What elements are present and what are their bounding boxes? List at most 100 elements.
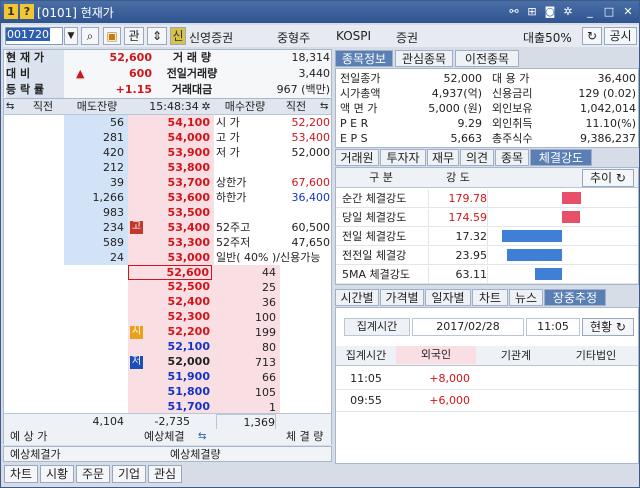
- tab-prev-stock[interactable]: 이전종목: [455, 50, 519, 67]
- ask-price[interactable]: 54,000: [128, 130, 210, 145]
- intraday-foreign: +6,000: [429, 394, 470, 407]
- disclosure-button[interactable]: 공시: [604, 27, 637, 45]
- col-prev: 직전: [32, 100, 54, 113]
- link-icon[interactable]: ⚯: [506, 4, 522, 19]
- tab-strength-5[interactable]: 체결강도: [530, 149, 592, 166]
- bid-total: 1,369: [216, 414, 276, 430]
- ask-price[interactable]: 53,700: [128, 175, 210, 190]
- bid-price[interactable]: 52,300: [128, 310, 212, 325]
- info-row: E P S 5,663 총주식수 9,386,237: [336, 131, 638, 146]
- bid-qty: 36: [262, 296, 276, 309]
- info-label: 전일종가: [340, 72, 381, 85]
- title-bar: 1 ? [0101] 현재가 ⚯ ⊞ ◙ ✲ _ □ ✕: [1, 1, 639, 23]
- bid-price[interactable]: 52,100: [128, 340, 212, 355]
- up-down-icon[interactable]: ⇕: [147, 27, 167, 45]
- tab-watchlist[interactable]: 관심종목: [395, 50, 453, 67]
- trade-value: 967 (백만): [276, 83, 330, 96]
- ask-price[interactable]: 54,100: [128, 115, 210, 130]
- ask-price[interactable]: 53,800: [128, 160, 210, 175]
- info-row: 전일종가 52,000 대 용 가 36,400: [336, 71, 638, 86]
- strength-row: 당일 체결강도 174.59: [336, 209, 638, 227]
- cap-category: 중형주: [277, 31, 311, 45]
- ask-info-value: [276, 160, 330, 175]
- bid-price[interactable]: 52,500: [128, 280, 212, 295]
- strength-row: 전전일 체결강 23.95: [336, 247, 638, 265]
- tab-intraday-2[interactable]: 일자별: [425, 289, 471, 306]
- ask-qty: 281: [103, 131, 124, 144]
- swap-icon[interactable]: ⇆: [198, 429, 206, 445]
- help-badge[interactable]: ?: [20, 4, 34, 19]
- ask-price[interactable]: 53,900: [128, 145, 210, 160]
- ask-prev-cell: [4, 115, 64, 130]
- close-icon[interactable]: ✕: [620, 4, 636, 19]
- gear-icon[interactable]: ✲: [560, 4, 576, 19]
- tab-strength-1[interactable]: 투자자: [380, 149, 426, 166]
- ask-row: 39 53,700 상한가 67,600: [4, 175, 331, 190]
- ask-price[interactable]: 53,000: [128, 250, 210, 265]
- tab-intraday-3[interactable]: 차트: [472, 289, 508, 306]
- camera-icon[interactable]: ◙: [542, 4, 558, 19]
- strength-bar: [502, 230, 562, 242]
- ask-price[interactable]: 53,500: [128, 205, 210, 220]
- bid-price[interactable]: 51,800: [128, 385, 212, 400]
- exec-qty-label: 체 결 량: [286, 430, 324, 443]
- tab-strength-2[interactable]: 재무: [427, 149, 459, 166]
- tab-stock-info[interactable]: 종목정보: [335, 50, 393, 67]
- bottom-button-2[interactable]: 주문: [76, 465, 110, 483]
- tab-strength-4[interactable]: 종목: [495, 149, 529, 166]
- bid-price[interactable]: 51,900: [128, 370, 212, 385]
- date-field[interactable]: 2017/02/28: [412, 318, 524, 336]
- bottom-button-0[interactable]: 차트: [4, 465, 38, 483]
- minimize-icon[interactable]: _: [582, 4, 598, 19]
- col-prev2: 직전: [285, 100, 307, 113]
- tab-intraday-0[interactable]: 시간별: [335, 289, 379, 306]
- ask-info-label: 하한가: [216, 191, 247, 204]
- kwan-button[interactable]: 관: [124, 27, 144, 45]
- tab-intraday-1[interactable]: 가격별: [380, 289, 424, 306]
- info-label: 외인보유: [492, 102, 533, 115]
- strength-value: 179.78: [428, 190, 488, 208]
- ask-qty: 24: [110, 251, 124, 264]
- refresh-icon[interactable]: ↻: [582, 27, 602, 45]
- pin-icon[interactable]: ⊞: [524, 4, 540, 19]
- folder-icon[interactable]: ▣: [103, 27, 121, 45]
- stock-code-input[interactable]: 001720: [5, 27, 63, 45]
- ask-price[interactable]: 53,600: [128, 190, 210, 205]
- sort-icon[interactable]: ⇆: [6, 99, 14, 115]
- bottom-button-4[interactable]: 관심: [148, 465, 182, 483]
- summary-label: 대 비: [6, 66, 64, 82]
- info-value: 9.29: [457, 117, 483, 130]
- ask-row: 212 53,800: [4, 160, 331, 175]
- tab-strength-3[interactable]: 의견: [460, 149, 494, 166]
- status-button[interactable]: 현황 ↻: [582, 318, 634, 336]
- strength-panel: 구 분 강 도 추이 ↻ 순간 체결강도 179.78 당일 체결강도 174.59 전…: [335, 167, 639, 285]
- tab-intraday-4[interactable]: 뉴스: [509, 289, 543, 306]
- bid-row: 52,000 저 713: [4, 355, 331, 370]
- bid-price[interactable]: 52,400: [128, 295, 212, 310]
- ask-prev-cell: [4, 160, 64, 175]
- gear-icon[interactable]: ✲: [200, 99, 212, 115]
- ask-prev-cell: [4, 220, 64, 235]
- ask-qty: 234: [103, 221, 124, 234]
- agg-time-label: 집계시간: [344, 318, 410, 336]
- maximize-icon[interactable]: □: [601, 4, 617, 19]
- tab-intraday-5[interactable]: 장중추정: [544, 289, 606, 306]
- trend-button[interactable]: 추이 ↻: [582, 169, 634, 187]
- strength-label: 5MA 체결강도: [342, 268, 410, 281]
- search-icon[interactable]: ⌕: [81, 27, 99, 45]
- sort-icon[interactable]: ⇆: [320, 99, 328, 115]
- ask-price[interactable]: 53,300: [128, 235, 210, 250]
- chevron-down-icon[interactable]: ▼: [64, 27, 78, 45]
- current-price-window: 1 ? [0101] 현재가 ⚯ ⊞ ◙ ✲ _ □ ✕ 001720 ▼ ⌕ …: [0, 0, 640, 488]
- ask-info-label: 고 가: [216, 131, 240, 144]
- tab-strength-0[interactable]: 거래원: [335, 149, 379, 166]
- bid-price[interactable]: 52,600: [128, 265, 212, 280]
- ask-info-label: 52주저: [216, 236, 251, 249]
- bottom-button-3[interactable]: 기업: [112, 465, 146, 483]
- time-field[interactable]: 11:05: [526, 318, 580, 336]
- strength-bar: [507, 249, 562, 261]
- bottom-button-1[interactable]: 시황: [40, 465, 74, 483]
- window-number-badge[interactable]: 1: [4, 4, 18, 19]
- sector-name: 증권: [396, 31, 419, 45]
- summary-row: 등 락 률 +1.15 거래대금 967 (백만): [4, 82, 331, 98]
